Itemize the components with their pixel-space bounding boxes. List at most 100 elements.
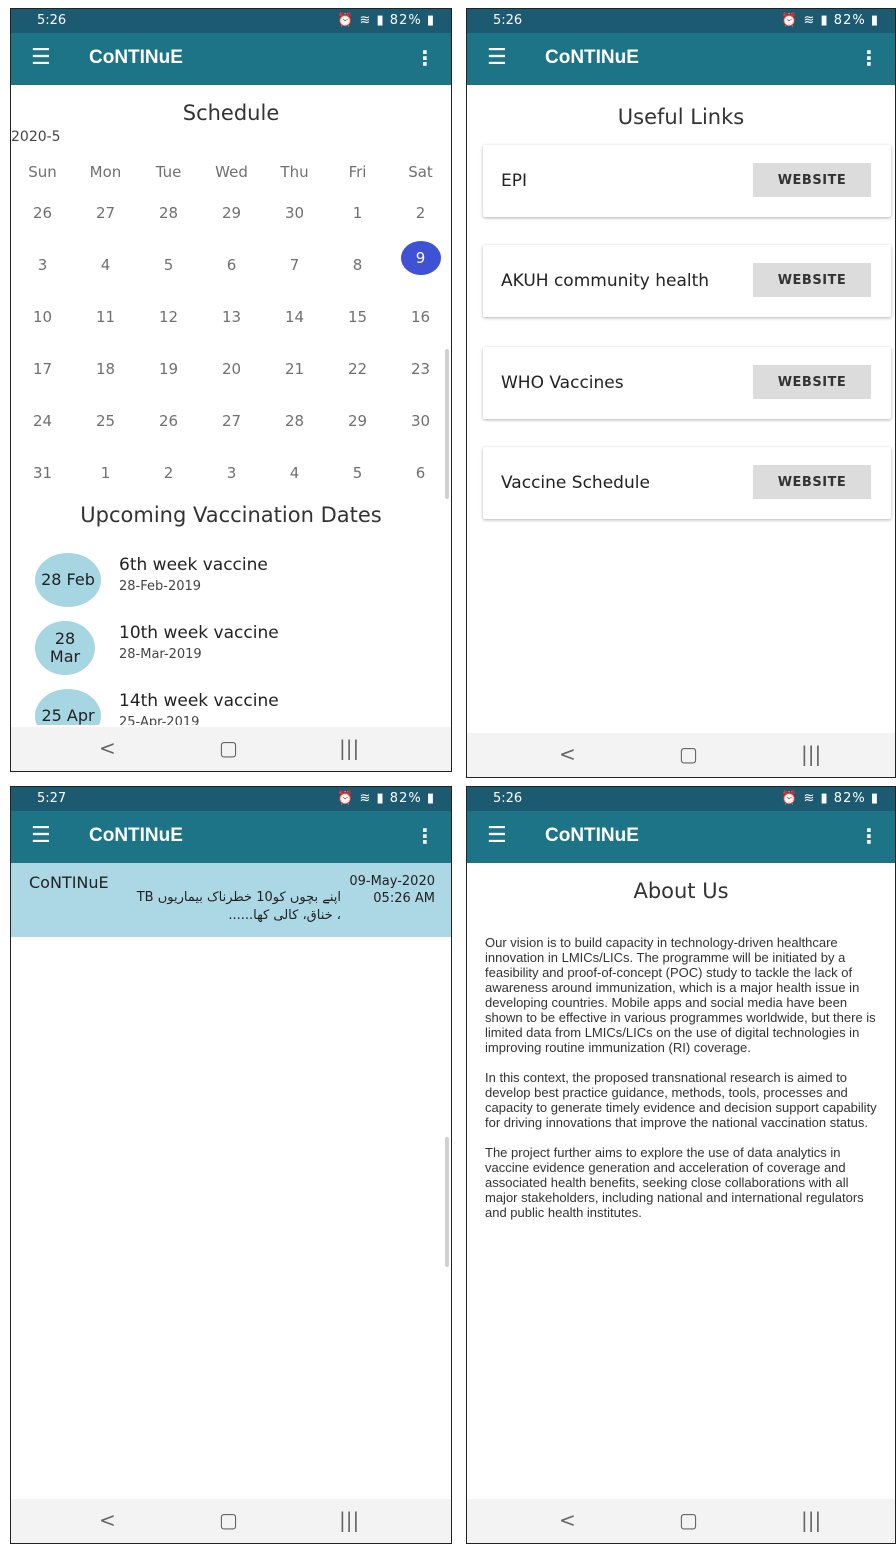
calendar-day[interactable]: 7 — [263, 250, 326, 280]
nav-home-icon[interactable]: ▢ — [679, 1508, 698, 1532]
calendar-day-label: 18 — [95, 360, 116, 378]
calendar-day[interactable]: 6 — [200, 250, 263, 280]
vaccine-item[interactable]: 28 Feb 6th week vaccine 28-Feb-2019 — [11, 543, 451, 611]
nav-recents-icon[interactable]: ||| — [801, 742, 821, 766]
about-paragraph: In this context, the proposed transnatio… — [485, 1070, 877, 1130]
calendar-day[interactable]: 1 — [326, 198, 389, 228]
calendar-day[interactable]: 21 — [263, 354, 326, 384]
calendar-day[interactable]: 26 — [137, 406, 200, 436]
calendar-day[interactable]: 23 — [389, 354, 451, 384]
calendar-day[interactable]: 2 — [137, 458, 200, 488]
calendar-day[interactable]: 16 — [389, 302, 451, 332]
calendar-day[interactable]: 14 — [263, 302, 326, 332]
calendar-day[interactable]: 2 — [389, 198, 451, 228]
calendar-day[interactable]: 8 — [326, 250, 389, 280]
vaccine-date-bubble: 25 Apr — [35, 689, 101, 725]
signal-icon: ▮ — [820, 13, 829, 28]
nav-home-icon[interactable]: ▢ — [679, 742, 698, 766]
calendar-day[interactable]: 31 — [11, 458, 74, 488]
calendar-day[interactable]: 12 — [137, 302, 200, 332]
more-vert-icon[interactable]: ⋮ — [859, 824, 879, 848]
about-title: About Us — [633, 879, 729, 903]
weekday-label: Thu — [280, 163, 309, 181]
nav-home-icon[interactable]: ▢ — [219, 1508, 238, 1532]
calendar-day-selected[interactable]: 9 — [393, 241, 448, 275]
calendar-day[interactable]: 30 — [389, 406, 451, 436]
calendar-day-label: 19 — [158, 360, 179, 378]
calendar-day[interactable]: 27 — [200, 406, 263, 436]
hamburger-menu-icon[interactable]: ☰ — [31, 46, 51, 70]
calendar-day[interactable]: 6 — [389, 458, 451, 488]
notification-item[interactable]: CoNTINuE 09-May-2020 05:26 AM اپنے بچوں … — [11, 863, 451, 937]
calendar-day[interactable]: 3 — [200, 458, 263, 488]
weekday-label: Sun — [28, 163, 57, 181]
app-title: CoNTINuE — [89, 825, 183, 846]
hamburger-menu-icon[interactable]: ☰ — [487, 46, 507, 70]
calendar-day[interactable]: 24 — [11, 406, 74, 436]
calendar-day[interactable]: 29 — [326, 406, 389, 436]
website-button[interactable]: WEBSITE — [753, 365, 871, 399]
calendar-day[interactable]: 29 — [200, 198, 263, 228]
hamburger-menu-icon[interactable]: ☰ — [487, 824, 507, 848]
calendar-day[interactable]: 25 — [74, 406, 137, 436]
more-vert-icon[interactable]: ⋮ — [415, 824, 435, 848]
about-body: Our vision is to build capacity in techn… — [485, 935, 881, 1235]
calendar-day-label: 6 — [415, 464, 426, 482]
calendar-day-label: 5 — [163, 256, 174, 274]
calendar-week-row: 17 18 19 20 21 22 23 — [11, 343, 451, 395]
calendar-day-label: 3 — [226, 464, 237, 482]
more-vert-icon[interactable]: ⋮ — [859, 46, 879, 70]
website-button[interactable]: WEBSITE — [753, 263, 871, 297]
notification-date: 09-May-2020 — [349, 874, 435, 889]
calendar-day-label: 20 — [221, 360, 242, 378]
calendar-scrollbar[interactable] — [445, 349, 449, 499]
calendar-day[interactable]: 17 — [11, 354, 74, 384]
calendar-day[interactable]: 1 — [74, 458, 137, 488]
nav-back-icon[interactable]: < — [99, 1508, 116, 1532]
scrollbar[interactable] — [445, 1137, 449, 1267]
hamburger-menu-icon[interactable]: ☰ — [31, 824, 51, 848]
vaccine-item[interactable]: 25 Apr 14th week vaccine 25-Apr-2019 — [11, 679, 451, 725]
calendar-day-label: 1 — [352, 204, 363, 222]
website-button[interactable]: WEBSITE — [753, 163, 871, 197]
app-title: CoNTINuE — [545, 47, 639, 68]
calendar-week-row: 24 25 26 27 28 29 30 — [11, 395, 451, 447]
website-button[interactable]: WEBSITE — [753, 465, 871, 499]
nav-recents-icon[interactable]: ||| — [339, 736, 359, 760]
calendar-day[interactable]: 28 — [263, 406, 326, 436]
nav-home-icon[interactable]: ▢ — [219, 736, 238, 760]
calendar-day[interactable]: 19 — [137, 354, 200, 384]
calendar-day[interactable]: 30 — [263, 198, 326, 228]
calendar-day[interactable]: 15 — [326, 302, 389, 332]
nav-recents-icon[interactable]: ||| — [339, 1508, 359, 1532]
calendar-day[interactable]: 13 — [200, 302, 263, 332]
status-icons: ⏰ ≋ ▮ 82% ▮ — [337, 13, 435, 28]
calendar-day[interactable]: 3 — [11, 250, 74, 280]
calendar: Sun Mon Tue Wed Thu Fri Sat 26 27 28 29 30 1 2… — [11, 157, 451, 491]
calendar-day[interactable]: 10 — [11, 302, 74, 332]
vaccine-item[interactable]: 28 Mar 10th week vaccine 28-Mar-2019 — [11, 611, 451, 679]
calendar-weeks: 26 27 28 29 30 1 2 3 4 5 6 7 8 9 10 11 12 13 14 15 16 17 18 19 2… — [11, 187, 451, 491]
vaccine-date: 28-Mar-2019 — [119, 647, 202, 662]
system-nav-bar: < ▢ ||| — [467, 1499, 895, 1543]
calendar-day[interactable]: 20 — [200, 354, 263, 384]
vaccine-name: 14th week vaccine — [119, 691, 279, 711]
calendar-day[interactable]: 28 — [137, 198, 200, 228]
nav-back-icon[interactable]: < — [99, 736, 116, 760]
calendar-day[interactable]: 5 — [137, 250, 200, 280]
calendar-day[interactable]: 22 — [326, 354, 389, 384]
calendar-day[interactable]: 5 — [326, 458, 389, 488]
calendar-day[interactable]: 26 — [11, 198, 74, 228]
nav-back-icon[interactable]: < — [559, 1508, 576, 1532]
calendar-day[interactable]: 4 — [263, 458, 326, 488]
calendar-day[interactable]: 11 — [74, 302, 137, 332]
nav-back-icon[interactable]: < — [559, 742, 576, 766]
calendar-day-label: 6 — [226, 256, 237, 274]
alarm-icon: ⏰ — [781, 13, 799, 28]
more-vert-icon[interactable]: ⋮ — [415, 46, 435, 70]
calendar-day[interactable]: 18 — [74, 354, 137, 384]
links-screen: 5:26 ⏰ ≋ ▮ 82% ▮ ☰ CoNTINuE ⋮ Useful Lin… — [466, 8, 896, 778]
calendar-day[interactable]: 4 — [74, 250, 137, 280]
nav-recents-icon[interactable]: ||| — [801, 1508, 821, 1532]
calendar-day[interactable]: 27 — [74, 198, 137, 228]
